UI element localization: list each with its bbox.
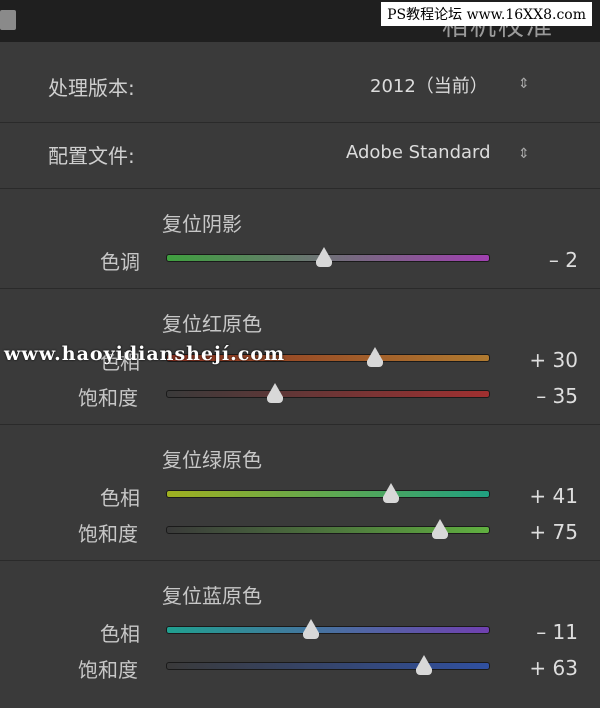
blue-hue-label: 色相 bbox=[100, 622, 140, 646]
watermark-badge: PS教程论坛 www.16XX8.com bbox=[381, 2, 592, 26]
green-saturation-slider-thumb[interactable] bbox=[431, 519, 448, 539]
shadow-tint-label: 色调 bbox=[100, 250, 140, 274]
divider bbox=[0, 288, 600, 289]
divider bbox=[0, 424, 600, 425]
panel-handle-icon bbox=[0, 10, 16, 30]
camera-calibration-panel: 处理版本: 2012（当前） ⇕ 配置文件: Adobe Standard ⇕ … bbox=[0, 42, 600, 708]
profile-label: 配置文件: bbox=[48, 144, 135, 168]
green-hue-value[interactable]: + 41 bbox=[529, 484, 578, 508]
blue-hue-slider-track[interactable] bbox=[166, 626, 490, 634]
process-version-select[interactable]: 2012（当前） bbox=[370, 72, 488, 98]
site-watermark: www.haoyidianshejí.com bbox=[4, 343, 286, 365]
red-hue-slider-thumb[interactable] bbox=[367, 347, 384, 367]
green-saturation-value[interactable]: + 75 bbox=[529, 520, 578, 544]
divider bbox=[0, 188, 600, 189]
blue-saturation-value[interactable]: + 63 bbox=[529, 656, 578, 680]
divider bbox=[0, 560, 600, 561]
shadow-tint-value[interactable]: – 2 bbox=[549, 248, 578, 272]
red-saturation-slider-track[interactable] bbox=[166, 390, 490, 398]
reset-blue-primary-button[interactable]: 复位蓝原色 bbox=[162, 580, 262, 609]
red-saturation-slider-thumb[interactable] bbox=[267, 383, 284, 403]
green-hue-slider-track[interactable] bbox=[166, 490, 490, 498]
divider bbox=[0, 122, 600, 123]
process-version-label: 处理版本: bbox=[48, 76, 135, 100]
red-hue-value[interactable]: + 30 bbox=[529, 348, 578, 372]
process-updown-icon[interactable]: ⇕ bbox=[518, 76, 530, 92]
blue-saturation-slider-thumb[interactable] bbox=[415, 655, 432, 675]
reset-green-primary-button[interactable]: 复位绿原色 bbox=[162, 444, 262, 473]
reset-shadows-button[interactable]: 复位阴影 bbox=[162, 208, 242, 237]
green-hue-slider-thumb[interactable] bbox=[383, 483, 400, 503]
profile-select[interactable]: Adobe Standard bbox=[346, 142, 491, 163]
green-saturation-label: 饱和度 bbox=[78, 522, 138, 546]
shadow-tint-slider-thumb[interactable] bbox=[315, 247, 332, 267]
reset-red-primary-button[interactable]: 复位红原色 bbox=[162, 308, 262, 337]
blue-saturation-label: 饱和度 bbox=[78, 658, 138, 682]
red-saturation-value[interactable]: – 35 bbox=[536, 384, 578, 408]
blue-hue-slider-thumb[interactable] bbox=[302, 619, 319, 639]
green-hue-label: 色相 bbox=[100, 486, 140, 510]
blue-saturation-slider-track[interactable] bbox=[166, 662, 490, 670]
profile-updown-icon[interactable]: ⇕ bbox=[518, 146, 530, 162]
panel-header[interactable]: 相机校准 PS教程论坛 www.16XX8.com bbox=[0, 0, 600, 42]
blue-hue-value[interactable]: – 11 bbox=[536, 620, 578, 644]
red-saturation-label: 饱和度 bbox=[78, 386, 138, 410]
